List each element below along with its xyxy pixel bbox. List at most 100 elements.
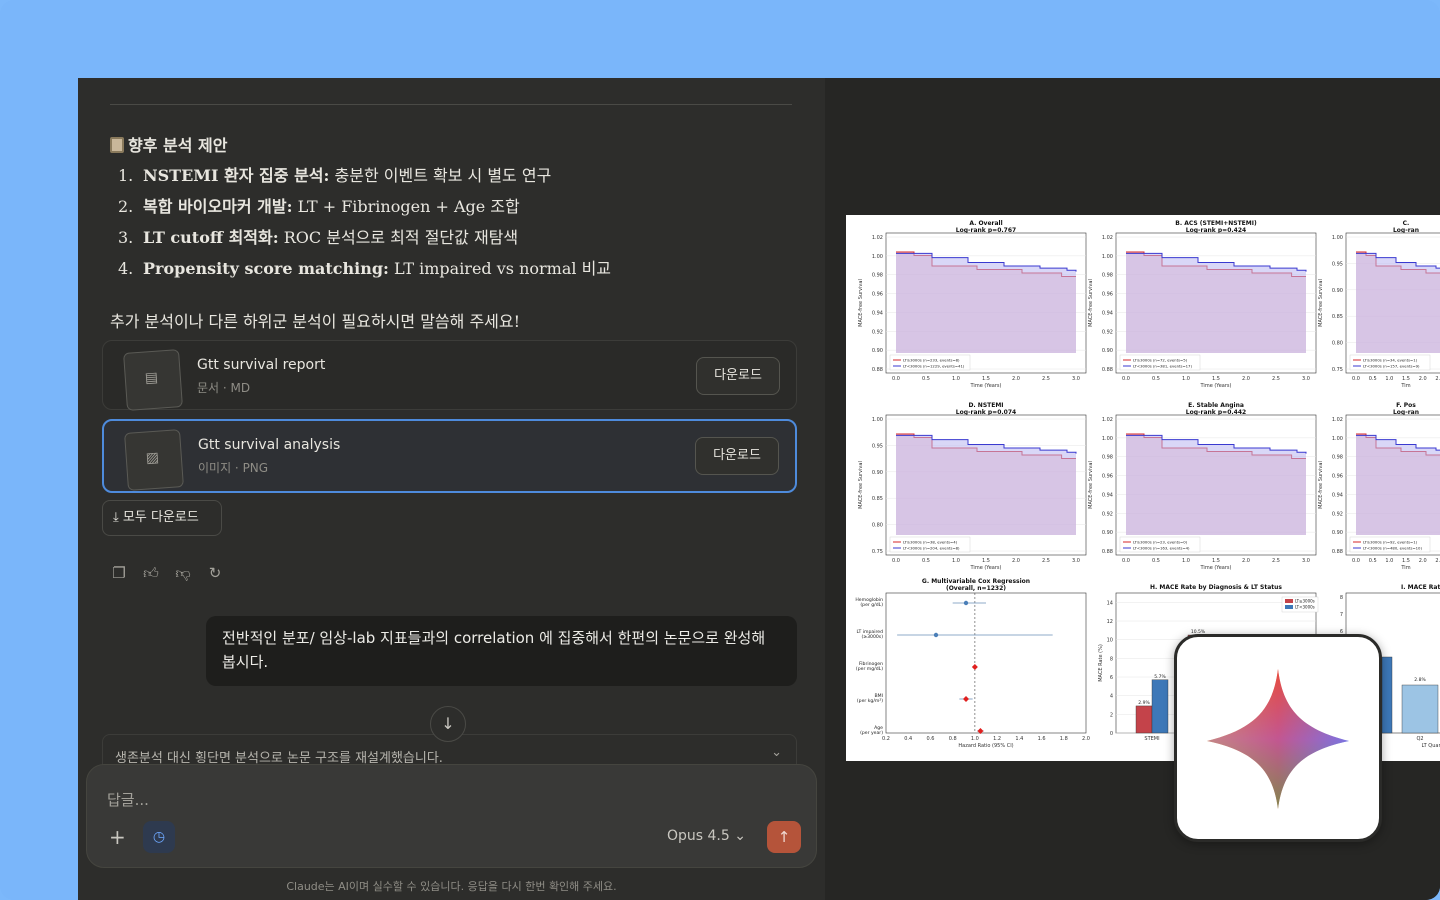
legend-label: LT<3000s (n=480, events=10) (1363, 546, 1422, 551)
forest-row-sublabel: (per g/dL) (860, 602, 883, 608)
y-tick-label: 1.00 (872, 417, 883, 423)
y-tick-label: 10 (1107, 638, 1113, 644)
bar-low (1381, 656, 1393, 734)
file-meta: 문서 · MD (197, 381, 251, 395)
list-item-text: 충분한 이벤트 확보 시 별도 연구 (329, 166, 552, 185)
retry-icon[interactable]: ↻ (206, 564, 224, 582)
y-tick-label: 0.75 (872, 549, 883, 555)
list-item: 2. 복합 바이오마커 개발: LT + Fibrinogen + Age 조합 (118, 195, 778, 226)
plus-icon[interactable]: + (109, 825, 126, 849)
forest-plot-area (885, 592, 1087, 734)
x-tick-label: 1.4 (1015, 736, 1023, 742)
reply-input[interactable]: 답글... (107, 789, 149, 810)
y-tick-label: 1.00 (872, 254, 883, 260)
list-item-bold: Propensity score matching: (143, 259, 389, 278)
download-button[interactable]: 다운로드 (696, 357, 780, 395)
y-tick-label: 0.75 (1332, 367, 1343, 373)
y-tick-label: 8 (1110, 656, 1113, 662)
x-tick-label: 2.0 (1012, 558, 1020, 564)
scroll-down-button[interactable]: ↓ (430, 706, 466, 742)
list-item-bold: LT cutoff 최적화: (143, 228, 279, 247)
y-tick-label: 0.95 (872, 443, 883, 449)
x-axis-label: LT Quart (1422, 743, 1440, 749)
section-heading: 향후 분석 제안 (110, 132, 227, 156)
y-axis-label: MACE Rate (%) (1098, 644, 1104, 682)
y-tick-label: 12 (1107, 619, 1113, 625)
list-number: 3. (118, 228, 134, 247)
x-tick-label: 0.5 (922, 376, 930, 382)
y-tick-label: 8 (1340, 595, 1343, 601)
y-tick-label: 6 (1110, 675, 1113, 681)
y-tick-label: 0.95 (1332, 261, 1343, 267)
x-tick-label: 1.5 (1402, 558, 1410, 564)
legend-label: LT<3000s (1295, 605, 1315, 610)
y-tick-label: 14 (1107, 600, 1113, 606)
send-button[interactable]: ↑ (767, 821, 801, 853)
legend-label: LT<3000s (n=204, events=8) (903, 546, 960, 551)
x-tick-label: 1.5 (1212, 376, 1220, 382)
x-tick-label: 2.5 (1272, 376, 1280, 382)
x-tick-label: 1.5 (1402, 376, 1410, 382)
x-tick-label: 0.5 (922, 558, 930, 564)
y-tick-label: 0 (1110, 731, 1113, 737)
legend-label: LT≥3000s (n=34, events=1) (1363, 358, 1418, 363)
model-label: Opus 4.5 (667, 828, 730, 844)
low-ci-band (1356, 435, 1440, 535)
thumbs-down-icon[interactable]: 👎︎ (174, 564, 192, 582)
list-number: 2. (118, 197, 134, 216)
x-tick-label: 3.0 (1072, 376, 1080, 382)
x-tick-label: 2.0 (1012, 376, 1020, 382)
y-tick-label: 0.94 (872, 310, 883, 316)
list-item-text: LT impaired vs normal 비교 (388, 259, 612, 278)
list-item-text: LT + Fibrinogen + Age 조합 (292, 197, 520, 216)
file-thumbnail: ▨ (124, 429, 184, 491)
panel-title: C. (1403, 220, 1410, 227)
x-tick-label: 2.5 (1042, 558, 1050, 564)
desktop-frame: 향후 분석 제안 1. NSTEMI 환자 집중 분석: 충분한 이벤트 확보 시… (0, 0, 1440, 900)
section-title: 향후 분석 제안 (128, 136, 228, 155)
y-axis-label: MACE-free Survival (1318, 279, 1324, 327)
x-tick-label: 0.0 (892, 376, 900, 382)
bar-chart-title: I. MACE Rat (1401, 584, 1440, 591)
composer: 답글... + ◷ Opus 4.5 ⌄ ↑ (86, 764, 817, 868)
bar-chart-title: H. MACE Rate by Diagnosis & LT Status (1150, 584, 1282, 591)
clock-icon[interactable]: ◷ (143, 821, 175, 853)
file-card-analysis[interactable]: ▨ Gtt survival analysis 이미지 · PNG 다운로드 (102, 419, 797, 493)
file-title: Gtt survival analysis (198, 437, 341, 453)
clipboard-icon (110, 137, 124, 153)
x-tick-label: 0.6 (926, 736, 934, 742)
x-tick-label: 0.2 (882, 736, 890, 742)
message-actions: ❐ 👍︎ 👎︎ ↻ (110, 564, 224, 582)
low-ci-band (1356, 253, 1440, 353)
download-all-label: 모두 다운로드 (122, 510, 199, 525)
bar-low (1151, 679, 1169, 734)
y-tick-label: 0.92 (1332, 511, 1343, 517)
download-button[interactable]: 다운로드 (695, 437, 779, 475)
panel-title: E. Stable Angina (1188, 402, 1244, 409)
panel-title: D. NSTEMI (968, 402, 1003, 409)
forest-title: G. Multivariable Cox Regression (922, 578, 1030, 585)
x-tick-label: 2.5 (1272, 558, 1280, 564)
list-item: 3. LT cutoff 최적화: ROC 분석으로 최적 절단값 재탐색 (118, 226, 778, 257)
thumbs-up-icon[interactable]: 👍︎ (142, 564, 160, 582)
x-tick-label: 1.0 (1385, 376, 1393, 382)
gemini-app-icon[interactable] (1174, 634, 1382, 842)
x-tick-label: 0.0 (1122, 376, 1130, 382)
x-tick-label: Q2 (1416, 736, 1423, 742)
x-tick-label: 2.0 (1242, 558, 1250, 564)
legend-label: LT≥3000s (n=92, events=1) (1363, 540, 1418, 545)
y-tick-label: 0.92 (872, 329, 883, 335)
panel-title: F. Pos (1396, 402, 1416, 409)
legend-label: LT<3000s (n=163, events=4) (1133, 546, 1190, 551)
legend-label: LT<3000s (n=157, events=9) (1363, 364, 1420, 369)
chevron-down-icon[interactable]: ⌄ (771, 745, 782, 760)
y-tick-label: 0.90 (1102, 530, 1113, 536)
copy-icon[interactable]: ❐ (110, 564, 128, 582)
bar-high (1135, 705, 1153, 734)
download-all-button[interactable]: ⤓ 모두 다운로드 (102, 500, 222, 536)
image-icon: ▨ (145, 449, 160, 467)
file-card-report[interactable]: ▤ Gtt survival report 문서 · MD 다운로드 (102, 340, 797, 411)
list-number: 4. (118, 259, 134, 278)
x-tick-label: 2.0 (1242, 376, 1250, 382)
model-selector[interactable]: Opus 4.5 ⌄ (667, 828, 746, 844)
